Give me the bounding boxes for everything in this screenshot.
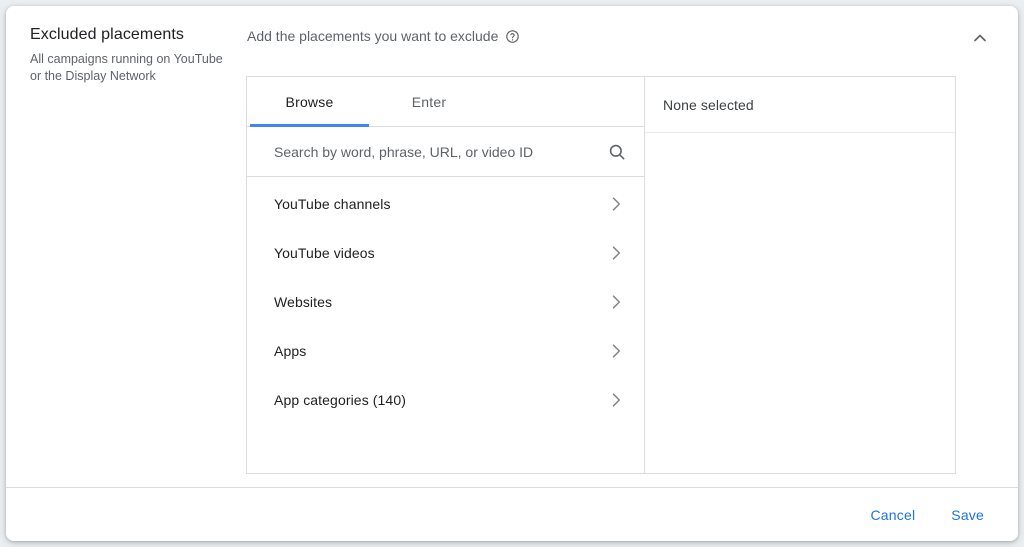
search-row	[247, 127, 644, 177]
list-item-label: Apps	[274, 343, 306, 359]
tab-enter-label: Enter	[412, 94, 446, 110]
list-item-youtube-videos[interactable]: YouTube videos	[247, 228, 644, 277]
search-input[interactable]	[274, 144, 607, 160]
page-title: Excluded placements	[30, 24, 226, 46]
chevron-up-icon[interactable]	[962, 20, 998, 56]
browse-panel: Browse Enter	[247, 77, 645, 473]
cancel-button[interactable]: Cancel	[857, 498, 930, 532]
save-button[interactable]: Save	[937, 498, 998, 532]
list-item-apps[interactable]: Apps	[247, 326, 644, 375]
list-item-app-categories[interactable]: App categories (140)	[247, 375, 644, 424]
tab-browse[interactable]: Browse	[247, 77, 372, 126]
list-item-label: YouTube channels	[274, 196, 391, 212]
chevron-right-icon	[606, 390, 626, 410]
tab-browse-label: Browse	[286, 94, 334, 110]
search-icon[interactable]	[607, 142, 627, 162]
card-body: Excluded placements All campaigns runnin…	[6, 6, 1018, 486]
list-item-websites[interactable]: Websites	[247, 277, 644, 326]
list-item-label: YouTube videos	[274, 245, 375, 261]
selection-list	[645, 133, 955, 473]
chevron-right-icon	[606, 243, 626, 263]
sidebar-subtitle: All campaigns running on YouTube or the …	[30, 51, 226, 85]
instruction-text: Add the placements you want to exclude	[247, 26, 498, 46]
chevron-right-icon	[606, 194, 626, 214]
screen-background: Excluded placements All campaigns runnin…	[0, 0, 1024, 547]
selection-status: None selected	[645, 77, 955, 133]
list-item-youtube-channels[interactable]: YouTube channels	[247, 179, 644, 228]
placement-picker: Browse Enter	[246, 76, 956, 474]
chevron-right-icon	[606, 341, 626, 361]
list-item-label: Websites	[274, 294, 332, 310]
dialog-footer: Cancel Save	[6, 487, 1018, 541]
chevron-right-icon	[606, 292, 626, 312]
browse-category-list: YouTube channels YouTube videos	[247, 177, 644, 473]
instruction-row: Add the placements you want to exclude	[247, 26, 520, 46]
sidebar-description-column: Excluded placements All campaigns runnin…	[30, 24, 226, 85]
list-item-label: App categories (140)	[274, 392, 406, 408]
excluded-placements-card: Excluded placements All campaigns runnin…	[6, 6, 1018, 541]
tab-enter[interactable]: Enter	[372, 77, 486, 126]
help-circle-icon[interactable]	[505, 29, 520, 44]
tab-bar: Browse Enter	[247, 77, 644, 127]
selection-panel: None selected	[645, 77, 955, 473]
